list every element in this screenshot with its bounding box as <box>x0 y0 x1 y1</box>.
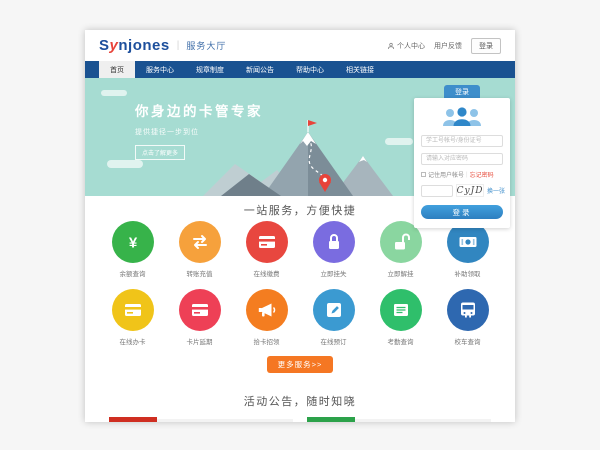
card-icon <box>112 289 154 331</box>
services-row-2: 在线办卡 卡片延期 拾卡招领 在线预订 考勤查询 校车查询 <box>85 289 515 346</box>
service-item[interactable]: 在线预订 <box>312 289 356 346</box>
service-label: 立即挂失 <box>312 268 356 278</box>
card-icon <box>179 289 221 331</box>
nav-item[interactable]: 首页 <box>99 61 135 78</box>
site-name: 服务大厅 <box>186 39 226 52</box>
header-login-button[interactable]: 登录 <box>471 38 501 54</box>
service-label: 在线预订 <box>312 336 356 346</box>
service-item[interactable]: 在线办卡 <box>111 289 155 346</box>
service-item[interactable]: 考勤查询 <box>379 289 423 346</box>
service-label: 转账充值 <box>178 268 222 278</box>
service-item[interactable]: 在线缴费 <box>245 221 289 278</box>
remember-checkbox[interactable] <box>421 172 426 177</box>
service-label: 在线缴费 <box>245 268 289 278</box>
captcha-image[interactable]: CyJD <box>456 184 484 197</box>
service-item[interactable]: 卡片延期 <box>178 289 222 346</box>
service-label: 在线办卡 <box>111 336 155 346</box>
user-icon <box>387 42 395 50</box>
service-label: 拾卡招领 <box>245 336 289 346</box>
announcements-section: 活动公告，随时知晓 使用指南 最新公告 更多>> 使用指南 更多>> <box>85 393 515 422</box>
divider: | <box>177 40 180 51</box>
edit-icon <box>313 289 355 331</box>
announcements-title: 活动公告，随时知晓 <box>85 393 515 409</box>
login-submit-button[interactable]: 登录 <box>421 205 503 219</box>
service-label: 补助领取 <box>446 268 490 278</box>
users-icon <box>421 105 503 129</box>
service-item[interactable]: 拾卡招领 <box>245 289 289 346</box>
nav-item[interactable]: 服务中心 <box>135 61 185 78</box>
transfer-icon <box>179 221 221 263</box>
username-input[interactable] <box>421 135 503 147</box>
login-panel: 登录 记住用户帐号 | 忘记密码 <box>414 85 510 228</box>
service-item[interactable]: 补助领取 <box>446 221 490 278</box>
announcements-left-panel: 使用指南 最新公告 更多>> <box>109 419 293 422</box>
site-window: Synjones | 服务大厅 个人中心 用户反馈 登录 首页服务中心规章制度新… <box>85 30 515 422</box>
brand-logo[interactable]: Synjones <box>99 37 170 54</box>
hero-cta-button[interactable]: 点击了解更多 <box>135 145 185 160</box>
list-icon <box>380 289 422 331</box>
service-item[interactable]: 校车查询 <box>446 289 490 346</box>
hero-subtitle: 提供捷径一步到位 <box>135 127 263 137</box>
services-row-1: ¥ 余额查询 转账充值 在线缴费 立即挂失 立即解挂 补助领取 <box>85 221 515 278</box>
nav-item[interactable]: 新闻公告 <box>235 61 285 78</box>
service-item[interactable]: 立即挂失 <box>312 221 356 278</box>
latest-news-tab[interactable]: 最新公告 <box>167 421 195 422</box>
captcha-input[interactable] <box>421 185 453 197</box>
forgot-password-link[interactable]: 忘记密码 <box>470 170 494 179</box>
personal-center-link[interactable]: 个人中心 <box>387 41 425 51</box>
yen-icon: ¥ <box>112 221 154 263</box>
change-captcha-link[interactable]: 换一张 <box>487 186 505 195</box>
left-ribbon-tab[interactable]: 使用指南 <box>109 417 157 422</box>
nav-item[interactable]: 规章制度 <box>185 61 235 78</box>
lock-icon <box>313 221 355 263</box>
bus-icon <box>447 289 489 331</box>
header: Synjones | 服务大厅 个人中心 用户反馈 登录 <box>85 30 515 61</box>
service-item[interactable]: 立即解挂 <box>379 221 423 278</box>
service-item[interactable]: 转账充值 <box>178 221 222 278</box>
remember-label: 记住用户帐号 <box>428 170 464 179</box>
service-label: 立即解挂 <box>379 268 423 278</box>
password-input[interactable] <box>421 153 503 165</box>
main-nav: 首页服务中心规章制度新闻公告帮助中心相关链接 <box>85 61 515 78</box>
hero-title: 你身边的卡管专家 <box>135 100 263 120</box>
cloud-shape <box>101 90 127 96</box>
megaphone-icon <box>246 289 288 331</box>
cloud-shape <box>107 160 143 168</box>
service-label: 余额查询 <box>111 268 155 278</box>
service-label: 校车查询 <box>446 336 490 346</box>
user-feedback-link[interactable]: 用户反馈 <box>434 41 462 51</box>
right-ribbon-tab[interactable]: 使用指南 <box>307 417 355 422</box>
more-services-button[interactable]: 更多服务>> <box>267 356 334 373</box>
nav-item[interactable]: 帮助中心 <box>285 61 335 78</box>
card-icon <box>246 221 288 263</box>
service-label: 卡片延期 <box>178 336 222 346</box>
svg-text:¥: ¥ <box>128 235 137 252</box>
service-label: 考勤查询 <box>379 336 423 346</box>
announcements-right-panel: 使用指南 更多>> <box>307 419 491 422</box>
nav-item[interactable]: 相关链接 <box>335 61 385 78</box>
service-item[interactable]: ¥ 余额查询 <box>111 221 155 278</box>
login-tab[interactable]: 登录 <box>444 85 480 98</box>
